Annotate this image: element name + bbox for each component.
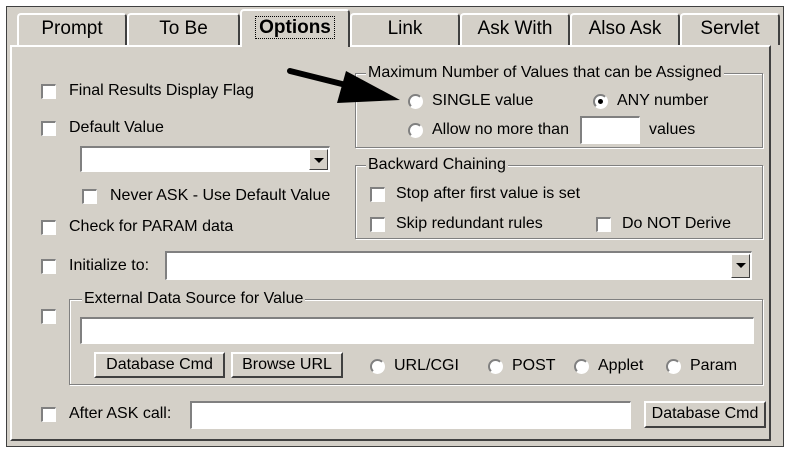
final-results-label: Final Results Display Flag [69,82,254,99]
skip-redundant-checkbox[interactable] [370,217,385,232]
tab-ask-with[interactable]: Ask With [460,13,570,45]
allow-no-more-label: Allow no more than [432,121,569,138]
any-number-label: ANY number [617,92,709,109]
post-radio[interactable] [488,359,503,374]
external-source-title: External Data Source for Value [82,290,306,308]
tab-prompt[interactable]: Prompt [17,13,127,45]
backward-chaining-title: Backward Chaining [366,156,508,174]
tab-servlet[interactable]: Servlet [680,13,780,45]
initialize-label: Initialize to: [69,257,150,274]
after-ask-label: After ASK call: [69,405,172,422]
after-ask-checkbox[interactable] [41,407,56,422]
applet-radio[interactable] [574,359,589,374]
url-cgi-label: URL/CGI [394,357,459,374]
single-value-radio[interactable] [408,94,423,109]
do-not-derive-checkbox[interactable] [596,217,611,232]
max-values-group: Maximum Number of Values that can be Ass… [355,64,763,148]
check-param-checkbox[interactable] [41,220,56,235]
external-source-group: External Data Source for Value Database … [69,290,763,385]
stop-first-value-checkbox[interactable] [370,187,385,202]
external-source-checkbox[interactable] [41,309,56,324]
tab-to-be[interactable]: To Be [127,13,240,45]
browse-url-button[interactable]: Browse URL [231,352,343,378]
chevron-down-icon[interactable] [309,149,328,170]
max-values-title: Maximum Number of Values that can be Ass… [366,64,724,82]
external-source-input[interactable] [80,317,754,344]
do-not-derive-label: Do NOT Derive [622,215,732,232]
initialize-select[interactable] [165,251,752,280]
any-number-radio[interactable] [593,94,608,109]
values-suffix-label: values [649,121,696,138]
skip-redundant-label: Skip redundant rules [396,215,543,232]
check-param-label: Check for PARAM data [69,218,234,235]
default-value-checkbox[interactable] [41,121,56,136]
chevron-down-icon[interactable] [731,254,750,278]
param-radio[interactable] [666,359,681,374]
max-values-input[interactable] [580,116,640,144]
after-ask-input[interactable] [190,401,631,429]
final-results-checkbox[interactable] [41,84,56,99]
tab-also-ask[interactable]: Also Ask [570,13,680,45]
param-label: Param [690,357,738,374]
after-ask-database-cmd-button[interactable]: Database Cmd [644,401,766,428]
post-label: POST [512,357,556,374]
tab-options-label: Options [255,16,335,39]
never-ask-checkbox[interactable] [82,189,97,204]
single-value-label: SINGLE value [432,92,534,109]
tab-link[interactable]: Link [350,13,460,45]
allow-no-more-radio[interactable] [408,123,423,138]
database-cmd-button[interactable]: Database Cmd [94,352,225,378]
options-panel: Final Results Display Flag Default Value… [10,45,771,441]
default-value-select[interactable] [80,146,330,172]
backward-chaining-group: Backward Chaining Stop after first value… [355,156,763,239]
tab-options[interactable]: Options [240,9,350,47]
default-value-label: Default Value [69,119,164,136]
applet-label: Applet [598,357,644,374]
initialize-checkbox[interactable] [41,259,56,274]
url-cgi-radio[interactable] [370,359,385,374]
stop-first-value-label: Stop after first value is set [396,185,581,202]
never-ask-label: Never ASK - Use Default Value [110,187,331,204]
